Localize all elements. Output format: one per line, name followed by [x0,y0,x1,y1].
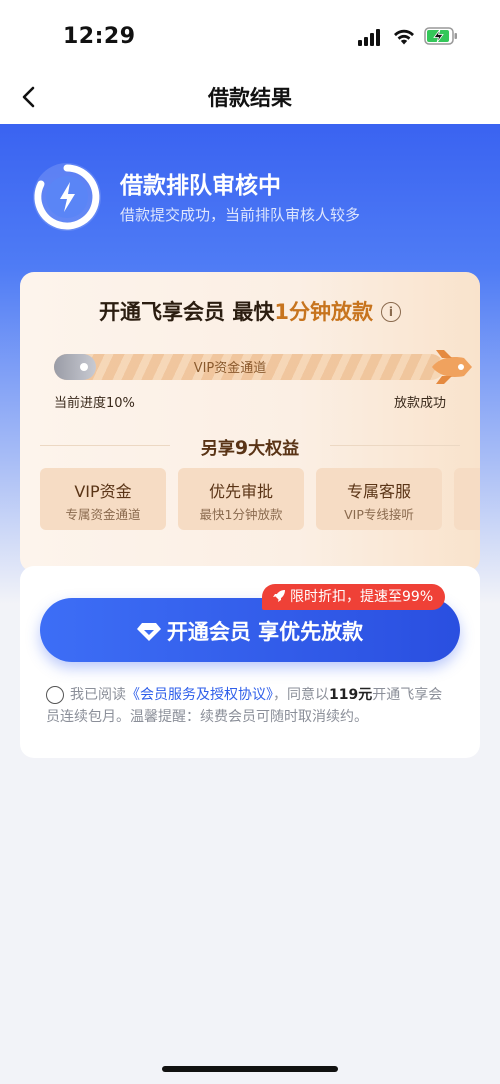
action-panel: 开通会员 享优先放款 限时折扣，提速至99% 我已阅读《会员服务及授权协议》，同… [20,566,480,758]
hero-subtitle: 借款提交成功，当前排队审核人较多 [120,206,361,224]
benefit-title: 专属客服 [346,482,411,501]
page-title: 借款结果 [208,86,292,110]
promo-badge: 限时折扣，提速至99% [262,584,446,610]
diamond-icon [136,623,161,641]
agreement-text: 我已阅读《会员服务及授权协议》，同意以119元开通飞享会员连续包月。温馨提醒：续… [46,684,456,728]
membership-title-highlight: 1分钟放款 [274,300,373,324]
benefit-exclusive-service[interactable]: 专属客服 VIP专线接听 [316,468,442,530]
membership-title-prefix: 开通飞享会员 最快 [99,300,275,324]
rocket-icon [432,350,472,384]
benefit-subtitle: VIP专线接听 [344,507,414,522]
promo-text: 限时折扣，提速至99% [290,589,434,605]
benefit-subtitle: 专属资金通道 [65,507,141,522]
status-time: 12:29 [63,24,136,49]
progress-target: 放款成功 [393,396,446,411]
benefit-priority-approval[interactable]: 优先审批 最快1分钟放款 [178,468,304,530]
progress-current: 当前进度10% [54,396,135,411]
benefits-count: 9 [234,437,249,459]
benefit-title: VIP资金 [74,482,132,501]
status-bar: 12:29 [0,0,500,70]
agree-price: 119元 [329,687,373,703]
agree-prefix: 我已阅读 [70,687,126,703]
membership-card: 开通飞享会员 最快1分钟放款 i VIP资金通道 当前进度10% 放款成功 另享9… [20,272,480,572]
agreement-link[interactable]: 《会员服务及授权协议》 [126,687,273,703]
lightning-clock-icon [33,163,101,231]
agreement-row: 我已阅读《会员服务及授权协议》，同意以119元开通飞享会员连续包月。温馨提醒：续… [46,684,456,728]
home-indicator[interactable] [162,1066,338,1072]
rocket-small-icon [273,590,285,602]
nav-bar: 借款结果 [0,70,500,124]
benefit-title: 优先审批 [208,482,273,501]
battery-charging-icon [424,27,457,45]
benefit-subtitle: 最快1分钟放款 [199,507,283,522]
cta-label: 开通会员 享优先放款 [166,620,364,644]
cta-label-wrap: 开通会员 享优先放款 [40,616,460,646]
hero-title: 借款排队审核中 [120,173,281,199]
membership-title: 开通飞享会员 最快1分钟放款 i [20,296,480,326]
benefits-prefix: 另享 [200,439,235,459]
benefits-title: 另享9大权益 [20,434,480,459]
wifi-icon [394,29,414,45]
benefits-suffix: 大权益 [248,439,300,459]
agree-mid: ，同意以 [273,687,329,703]
agree-radio[interactable] [46,686,64,704]
benefit-vip-fund[interactable]: VIP资金 专属资金通道 [40,468,166,530]
progress-knob [54,354,96,380]
info-icon[interactable]: i [380,302,401,322]
benefit-next-peek[interactable] [454,468,480,530]
signal-icon [358,29,384,46]
